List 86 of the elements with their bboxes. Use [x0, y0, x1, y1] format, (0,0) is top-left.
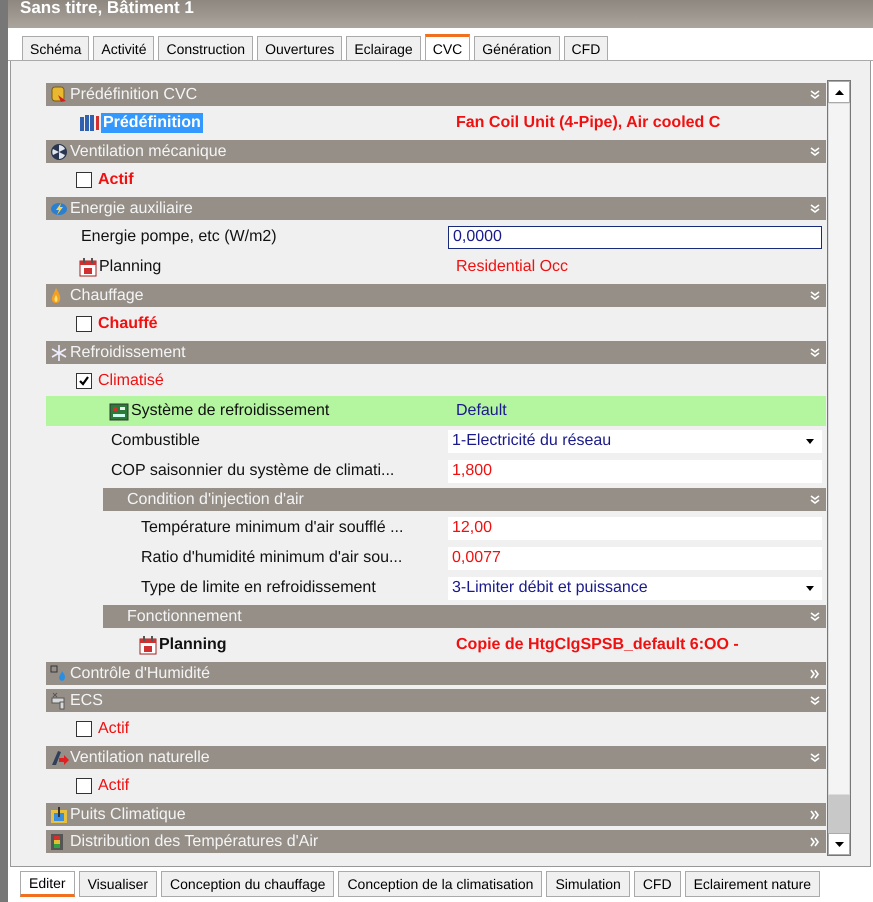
- property-label: Planning: [158, 635, 228, 655]
- checkbox[interactable]: [76, 721, 92, 737]
- property-value: Copie de HtgClgSPSB_default 6:OO -: [455, 636, 739, 654]
- section-title: Fonctionnement: [127, 608, 243, 626]
- snowflake-icon: [50, 344, 68, 362]
- property-label: Système de refroidissement: [130, 401, 330, 421]
- radiator-icon: [79, 113, 101, 133]
- section-title: Chauffage: [70, 286, 145, 304]
- tab[interactable]: Ouvertures: [257, 36, 342, 60]
- checkbox-label: Actif: [98, 720, 130, 738]
- dropdown-arrow-icon: [806, 586, 814, 590]
- input-field[interactable]: 0,0077: [448, 546, 822, 570]
- dropdown[interactable]: 3-Limiter débit et puissance: [448, 576, 822, 600]
- scroll-up-icon[interactable]: [834, 90, 844, 94]
- tab[interactable]: Editer: [20, 871, 75, 897]
- tab[interactable]: Construction: [158, 36, 254, 60]
- chevron-icon[interactable]: [810, 810, 820, 820]
- input-field[interactable]: 1,800: [448, 460, 822, 482]
- checkbox-label: Actif: [98, 777, 130, 795]
- chevron-icon[interactable]: [810, 204, 820, 214]
- checkbox-label: Climatisé: [98, 372, 164, 390]
- property-label: Energie pompe, etc (W/m2): [80, 227, 278, 247]
- checkbox[interactable]: [76, 316, 92, 332]
- section-title: Ventilation naturelle: [70, 748, 211, 766]
- input-field[interactable]: 12,00: [448, 516, 822, 540]
- badge-icon: [50, 86, 68, 104]
- fan-icon: [50, 142, 68, 160]
- thermometer-icon: [50, 832, 64, 850]
- section-title: ECS: [70, 692, 104, 710]
- chevron-icon[interactable]: [810, 348, 820, 358]
- basin-icon: [50, 806, 68, 824]
- section-title: Condition d'injection d'air: [127, 490, 305, 508]
- chevron-icon[interactable]: [810, 146, 820, 156]
- chevron-icon[interactable]: [810, 90, 820, 100]
- tab[interactable]: Eclairage: [346, 36, 421, 60]
- checkbox[interactable]: [76, 373, 92, 389]
- property-value: Default: [455, 402, 507, 420]
- property-value: Residential Occ: [455, 258, 568, 276]
- property-label: Planning: [98, 257, 162, 277]
- lightning-icon: [50, 200, 70, 216]
- checkbox[interactable]: [76, 778, 92, 794]
- checkbox-label: Chauffé: [98, 315, 158, 333]
- property-label: Ratio d'humidité minimum d'air sou...: [140, 548, 404, 568]
- section-title: Puits Climatique: [70, 806, 187, 824]
- checkbox[interactable]: [76, 172, 92, 188]
- tab[interactable]: Conception du chauffage: [161, 871, 334, 897]
- tab[interactable]: CFD: [634, 871, 681, 897]
- chevron-icon[interactable]: [810, 494, 820, 504]
- property-label: Température minimum d'air soufflé ...: [140, 518, 404, 538]
- section-title: Ventilation mécanique: [70, 142, 228, 160]
- section-title: Distribution des Températures d'Air: [70, 832, 320, 850]
- section-title: Prédéfinition CVC: [70, 86, 198, 104]
- tab[interactable]: Simulation: [546, 871, 630, 897]
- section-title: Energie auxiliaire: [70, 200, 194, 218]
- tab[interactable]: Eclairement nature: [684, 871, 820, 897]
- circuit-icon: [109, 401, 129, 421]
- chevron-icon[interactable]: [810, 612, 820, 622]
- arrow-icon: [50, 748, 70, 766]
- checkbox-label: Actif: [98, 171, 134, 189]
- calendar-icon: [139, 635, 157, 655]
- chevron-icon[interactable]: [810, 836, 820, 846]
- tab[interactable]: Visualiser: [78, 871, 158, 897]
- drop-icon: [50, 664, 68, 682]
- chevron-icon[interactable]: [810, 290, 820, 300]
- section-title: Contrôle d'Humidité: [70, 664, 212, 682]
- section-title: Refroidissement: [70, 344, 187, 362]
- tab[interactable]: Conception de la climatisation: [338, 871, 542, 897]
- tab[interactable]: CVC: [424, 34, 470, 60]
- flame-icon: [50, 286, 62, 304]
- scroll-down-icon[interactable]: [834, 842, 844, 846]
- property-label: Combustible: [110, 431, 201, 451]
- dropdown-arrow-icon: [806, 438, 814, 444]
- property-value: Fan Coil Unit (4-Pipe), Air cooled C: [455, 114, 720, 132]
- chevron-icon[interactable]: [810, 668, 820, 678]
- property-label: Type de limite en refroidissement: [140, 578, 377, 598]
- property-label: COP saisonnier du système de climati...: [110, 461, 396, 481]
- tab[interactable]: Génération: [474, 36, 560, 60]
- input-field[interactable]: 0,0000: [448, 226, 822, 248]
- window-title: Sans titre, Bâtiment 1: [20, 0, 194, 16]
- dropdown[interactable]: 1-Electricité du réseau: [448, 430, 822, 452]
- tab[interactable]: Activité: [93, 36, 154, 60]
- tab[interactable]: Schéma: [22, 36, 90, 60]
- chevron-icon[interactable]: [810, 752, 820, 762]
- calendar-icon: [79, 257, 97, 277]
- chevron-icon[interactable]: [810, 696, 820, 706]
- tab[interactable]: CFD: [564, 36, 608, 60]
